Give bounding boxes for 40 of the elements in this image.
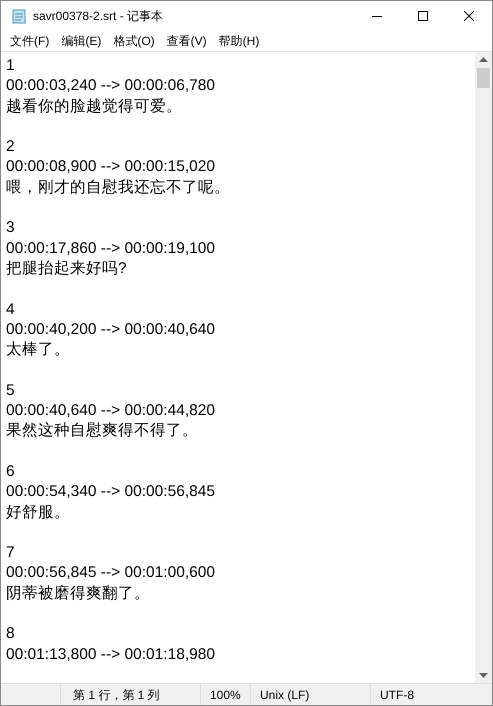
subtitle-index: 3 — [6, 218, 16, 238]
subtitle-index: 5 — [6, 380, 16, 401]
subtitle-text: 果然这种自慰爽得不得了。 — [6, 421, 199, 442]
subtitle-timing: 00:00:17,860 --> 00:00:19,100 — [6, 238, 216, 259]
menu-item[interactable]: 编辑(E) — [55, 32, 108, 50]
subtitle-index: 4 — [6, 300, 16, 320]
subtitle-text: 把腿抬起来好吗? — [6, 258, 128, 279]
notepad-icon — [11, 8, 27, 24]
menu-item[interactable]: 文件(F) — [4, 32, 56, 50]
subtitle-text: 越看你的脸越觉得可爱。 — [6, 96, 183, 117]
subtitle-index: 8 — [6, 624, 16, 644]
subtitle-timing: 00:00:03,240 --> 00:00:06,780 — [6, 76, 216, 96]
subtitle-timing: 00:00:08,900 --> 00:00:15,020 — [6, 157, 216, 178]
menu-item[interactable]: 帮助(H) — [212, 32, 266, 50]
line-ending: Unix (LF) — [260, 686, 310, 704]
subtitle-index: 2 — [6, 137, 16, 158]
subtitle-text: 太棒了。 — [6, 340, 71, 360]
window-title: savr00378-2.srt - 记事本 — [33, 8, 164, 25]
scroll-down-icon[interactable] — [479, 673, 488, 678]
scroll-up-icon[interactable] — [479, 57, 488, 62]
maximize-icon — [418, 11, 428, 21]
subtitle-timing: 00:01:13,800 --> 00:01:18,980 — [6, 644, 216, 665]
menu-item[interactable]: 格式(O) — [107, 32, 161, 50]
cursor-position: 第 1 行，第 1 列 — [73, 686, 160, 704]
close-icon — [464, 11, 474, 21]
subtitle-timing: 00:00:54,340 --> 00:00:56,845 — [6, 482, 216, 502]
subtitle-index: 7 — [6, 543, 16, 564]
subtitle-index: 1 — [6, 56, 16, 76]
encoding: UTF-8 — [380, 686, 414, 704]
subtitle-text: 好舒服。 — [6, 502, 71, 523]
subtitle-timing: 00:00:40,200 --> 00:00:40,640 — [6, 320, 216, 340]
menu-item[interactable]: 查看(V) — [160, 32, 213, 50]
subtitle-index: 6 — [6, 462, 16, 482]
subtitle-text: 阴蒂被磨得爽翻了。 — [6, 584, 151, 604]
scrollbar[interactable] — [475, 52, 492, 683]
subtitle-timing: 00:00:56,845 --> 00:01:00,600 — [6, 563, 216, 584]
scroll-thumb[interactable] — [477, 68, 490, 88]
zoom-level: 100% — [210, 686, 241, 704]
subtitle-text: 喂，刚才的自慰我还忘不了呢。 — [6, 178, 231, 198]
subtitle-timing: 00:00:40,640 --> 00:00:44,820 — [6, 401, 216, 422]
